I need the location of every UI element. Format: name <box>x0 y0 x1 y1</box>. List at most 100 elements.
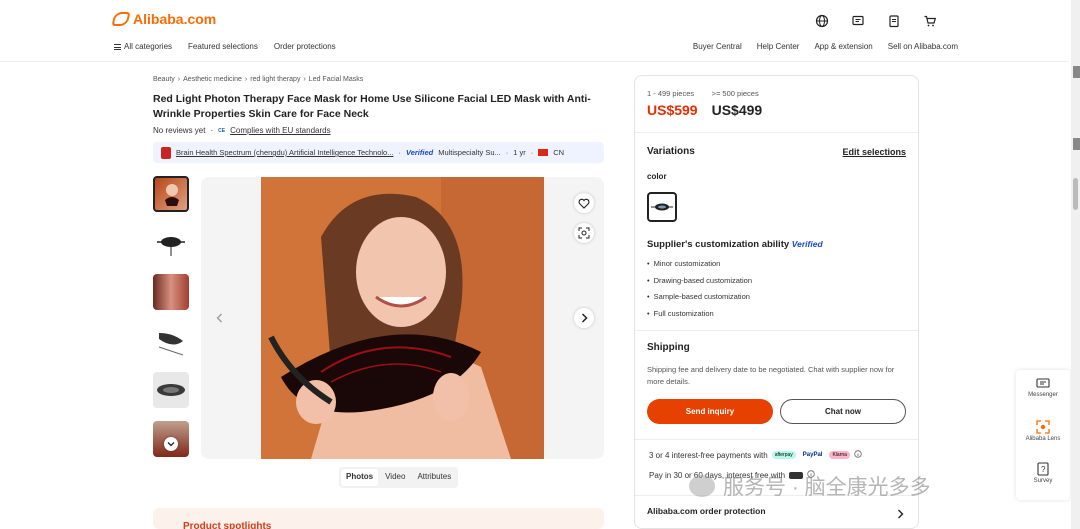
color-label: color <box>647 172 667 181</box>
spotlight-title: Product spotlights <box>183 521 272 529</box>
page-scrollbar[interactable] <box>1071 0 1080 529</box>
floating-toolbar: Messenger Alibaba Lens ? Survey <box>1016 370 1070 500</box>
survey-icon: ? <box>1037 462 1049 476</box>
installment-text: 3 or 4 interest-free payments with <box>649 450 768 460</box>
divider <box>635 439 918 440</box>
send-inquiry-button[interactable]: Send inquiry <box>647 399 773 424</box>
all-categories-menu[interactable]: All categories <box>114 42 172 51</box>
tier-range: 1 - 499 pieces <box>647 89 695 98</box>
divider <box>635 330 918 331</box>
breadcrumb-item[interactable]: red light therapy <box>250 76 300 83</box>
order-protection-link[interactable]: Alibaba.com order protection <box>647 506 766 516</box>
thumbnails-scroll-down[interactable] <box>164 437 178 451</box>
mask-swatch-icon <box>651 203 673 211</box>
separator: · <box>505 148 509 157</box>
shipping-description: Shipping fee and delivery date to be neg… <box>647 365 895 386</box>
product-gallery <box>201 177 604 459</box>
chevron-right-icon[interactable] <box>896 506 904 524</box>
media-tabs: Photos Video Attributes <box>339 467 459 488</box>
menu-icon <box>114 43 121 50</box>
image-search-button[interactable] <box>574 223 594 243</box>
supplier-type: Multispecialty Su... <box>438 148 501 157</box>
eu-standards-link[interactable]: Complies with EU standards <box>230 126 330 135</box>
nav-buyer-central[interactable]: Buyer Central <box>693 42 742 51</box>
price-tier: >= 500 pieces US$499 <box>712 89 763 118</box>
gallery-next-button[interactable] <box>574 308 594 328</box>
lens-label: Alibaba Lens <box>1025 436 1061 442</box>
message-icon[interactable] <box>851 14 865 28</box>
lens-scan-icon <box>578 227 590 239</box>
tab-video[interactable]: Video <box>380 469 410 486</box>
separator: · <box>398 148 401 157</box>
nav-app-extension[interactable]: App & extension <box>814 42 872 51</box>
globe-icon[interactable] <box>815 14 829 28</box>
thumbnail-mask-front[interactable] <box>153 225 189 261</box>
info-icon[interactable] <box>854 450 862 460</box>
cart-icon[interactable] <box>923 14 937 28</box>
breadcrumb-item[interactable]: Led Facial Masks <box>309 76 363 83</box>
survey-button[interactable]: ? Survey <box>1016 462 1070 484</box>
wechat-icon <box>689 475 715 497</box>
customization-list: Minor customization Drawing-based custom… <box>647 259 752 325</box>
thumbnail-list <box>153 176 189 470</box>
list-item: Minor customization <box>647 259 752 268</box>
alibaba-logo-icon <box>111 12 131 26</box>
price-tiers: 1 - 499 pieces US$599 >= 500 pieces US$4… <box>647 89 762 118</box>
side-tab[interactable] <box>1073 66 1080 78</box>
messenger-button[interactable]: Messenger <box>1016 378 1070 398</box>
chat-now-button[interactable]: Chat now <box>780 399 906 424</box>
paypal-badge: PayPal <box>802 452 823 458</box>
lens-icon <box>1036 420 1050 434</box>
svg-text:?: ? <box>1041 465 1046 474</box>
price-tier: 1 - 499 pieces US$599 <box>647 89 698 118</box>
all-categories-label: All categories <box>124 42 173 51</box>
edit-selections-link[interactable]: Edit selections <box>842 147 906 157</box>
verified-badge: Verified <box>791 239 823 249</box>
scrollbar-thumb[interactable] <box>1073 178 1078 210</box>
gallery-prev-button[interactable] <box>210 308 230 328</box>
alibaba-logo[interactable]: Alibaba.com <box>111 11 216 27</box>
list-item: Drawing-based customization <box>647 276 752 285</box>
favorite-button[interactable] <box>574 193 594 213</box>
thumbnail-photo-use[interactable] <box>153 274 189 310</box>
variations-title: Variations <box>647 146 695 157</box>
installment-payments: 3 or 4 interest-free payments with after… <box>649 450 862 460</box>
nav-featured-selections[interactable]: Featured selections <box>188 42 258 51</box>
breadcrumb-item[interactable]: Aesthetic medicine <box>183 76 242 83</box>
orders-icon[interactable] <box>887 14 901 28</box>
shipping-title: Shipping <box>647 342 690 353</box>
reviews-count: No reviews yet <box>153 126 206 135</box>
color-swatch-black[interactable] <box>647 192 677 222</box>
china-flag-icon <box>538 149 549 156</box>
survey-label: Survey <box>1033 478 1053 484</box>
supplier-bar[interactable]: Brain Health Spectrum (chengdu) Artifici… <box>153 142 604 163</box>
alibaba-lens-button[interactable]: Alibaba Lens <box>1016 420 1070 442</box>
purchase-panel: 1 - 499 pieces US$599 >= 500 pieces US$4… <box>634 75 919 529</box>
review-separator: · <box>210 126 214 135</box>
chat-icon <box>1036 378 1050 388</box>
breadcrumb-item[interactable]: Beauty <box>153 76 175 83</box>
tab-photos[interactable]: Photos <box>341 469 379 486</box>
breadcrumb-separator: › <box>244 76 248 83</box>
list-item: Full customization <box>647 309 752 318</box>
tab-attributes[interactable]: Attributes <box>412 469 456 486</box>
nav-order-protections[interactable]: Order protections <box>274 42 336 51</box>
chevron-left-icon <box>216 313 222 323</box>
thumbnail-mask-back[interactable] <box>153 372 189 408</box>
product-page: Alibaba.com All categories Featured sele… <box>0 0 1080 529</box>
thumbnail-mask-side[interactable] <box>153 323 189 359</box>
breadcrumb-separator: › <box>177 76 181 83</box>
supplier-logo-icon <box>161 146 171 159</box>
list-item: Sample-based customization <box>647 292 752 301</box>
watermark-text: 服务号 · 脑全康光多多 <box>723 476 931 499</box>
main-product-photo[interactable] <box>261 177 544 459</box>
thumbnail-photo-woman[interactable] <box>153 176 189 212</box>
tier-price: US$599 <box>647 102 698 118</box>
supplier-name[interactable]: Brain Health Spectrum (chengdu) Artifici… <box>176 148 393 157</box>
nav-help-center[interactable]: Help Center <box>757 42 800 51</box>
klarna-badge: Klarna <box>829 451 850 459</box>
top-header: Alibaba.com <box>0 0 1068 38</box>
messenger-label: Messenger <box>1028 392 1058 398</box>
nav-sell-on-alibaba[interactable]: Sell on Alibaba.com <box>888 42 958 51</box>
side-tab[interactable] <box>1073 138 1080 150</box>
